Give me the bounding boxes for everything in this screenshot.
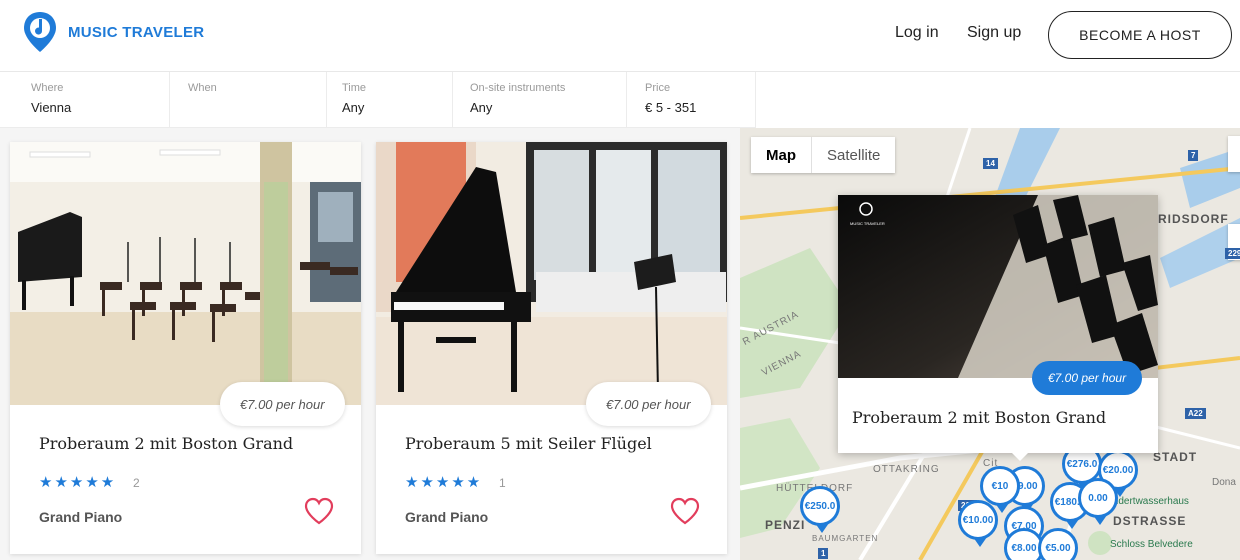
review-count: 2 bbox=[133, 476, 140, 490]
map-view-button[interactable]: Map bbox=[751, 137, 811, 173]
price-badge: €7.00 per hour bbox=[586, 382, 711, 426]
filter-instruments[interactable]: On-site instruments Any bbox=[453, 72, 627, 128]
favorite-heart-icon[interactable] bbox=[304, 497, 334, 525]
popup-pointer bbox=[1012, 453, 1028, 461]
filter-when[interactable]: When bbox=[170, 72, 327, 128]
rating-stars-icon: ★★★★★ bbox=[405, 474, 483, 491]
map-price-pin[interactable]: €10.00 bbox=[958, 500, 998, 547]
filter-label: On-site instruments bbox=[470, 82, 566, 94]
filter-label: Price bbox=[645, 82, 671, 94]
popup-watermark: MUSIC TRAVELER bbox=[850, 221, 885, 226]
map-type-toggle: Map Satellite bbox=[751, 137, 896, 173]
road-sign: 1 bbox=[818, 548, 829, 559]
filter-where[interactable]: Where Vienna bbox=[0, 72, 170, 128]
map-poi-label: Schloss Belvedere bbox=[1110, 539, 1193, 550]
filter-label: Time bbox=[342, 82, 367, 94]
filter-label: When bbox=[188, 82, 217, 94]
listing-card[interactable]: €7.00 per hour Proberaum 2 mit Boston Gr… bbox=[10, 142, 361, 554]
map-district-label: OTTAKRING bbox=[873, 464, 940, 475]
rehearsal-room-photo bbox=[10, 142, 361, 405]
map-district-label: BAUMGARTEN bbox=[812, 534, 879, 543]
road-sign: A22 bbox=[1185, 408, 1206, 419]
road-sign: 229 bbox=[1225, 248, 1240, 259]
filter-time[interactable]: Time Any bbox=[327, 72, 453, 128]
rating-stars-icon: ★★★★★ bbox=[39, 474, 117, 491]
listing-results: €7.00 per hour Proberaum 2 mit Boston Gr… bbox=[0, 128, 740, 560]
map-listing-popup[interactable]: MUSIC TRAVELER €7.00 per hour Proberaum … bbox=[838, 195, 1158, 461]
login-link[interactable]: Log in bbox=[895, 24, 939, 42]
price-badge: €7.00 per hour bbox=[220, 382, 345, 426]
filter-value: Vienna bbox=[31, 100, 72, 115]
map-zoom-control[interactable] bbox=[1228, 136, 1240, 172]
instrument-type: Grand Piano bbox=[405, 509, 489, 525]
review-count: 1 bbox=[499, 476, 506, 490]
listing-card[interactable]: €7.00 per hour Proberaum 5 mit Seiler Fl… bbox=[376, 142, 727, 554]
map-district-label: RIDSDORF bbox=[1158, 212, 1229, 226]
music-pin-logo-icon bbox=[24, 12, 56, 52]
listing-title[interactable]: Proberaum 5 mit Seiler Flügel bbox=[405, 434, 652, 453]
satellite-view-button[interactable]: Satellite bbox=[812, 137, 895, 173]
instrument-type: Grand Piano bbox=[39, 509, 123, 525]
map-price-pin[interactable]: €5.00 bbox=[1038, 528, 1078, 560]
search-filter-bar: Where Vienna When Time Any On-site instr… bbox=[0, 72, 756, 128]
piano-keys-photo: MUSIC TRAVELER bbox=[838, 195, 1158, 378]
map-district-label: PENZI bbox=[765, 518, 806, 532]
road-sign: 14 bbox=[983, 158, 998, 169]
popup-title[interactable]: Proberaum 2 mit Boston Grand bbox=[852, 408, 1106, 427]
map-district-label: DSTRASSE bbox=[1113, 514, 1187, 528]
top-header: MUSIC TRAVELER Log in Sign up BECOME A H… bbox=[0, 0, 1240, 72]
signup-link[interactable]: Sign up bbox=[967, 24, 1021, 42]
become-host-button[interactable]: BECOME A HOST bbox=[1048, 11, 1232, 59]
listing-title[interactable]: Proberaum 2 mit Boston Grand bbox=[39, 434, 293, 453]
filter-price[interactable]: Price € 5 - 351 bbox=[627, 72, 756, 128]
filter-value: € 5 - 351 bbox=[645, 100, 697, 115]
rehearsal-room-photo bbox=[376, 142, 727, 405]
popup-price-badge: €7.00 per hour bbox=[1032, 361, 1143, 395]
map-district-label: STADT bbox=[1153, 450, 1198, 464]
filter-value: Any bbox=[342, 100, 365, 115]
brand-name: MUSIC TRAVELER bbox=[68, 23, 205, 41]
favorite-heart-icon[interactable] bbox=[670, 497, 700, 525]
map-price-pin[interactable]: 0.00 bbox=[1078, 478, 1118, 525]
filter-label: Where bbox=[31, 82, 64, 94]
brand-logo[interactable]: MUSIC TRAVELER bbox=[22, 10, 204, 54]
map-price-pin[interactable]: €250.0 bbox=[800, 486, 840, 533]
map-poi-label: Dona bbox=[1212, 477, 1236, 488]
filter-value: Any bbox=[470, 100, 493, 115]
results-map[interactable]: Map Satellite 14 7 229 223 A22 1 RIDSDOR… bbox=[740, 128, 1240, 560]
road-sign: 7 bbox=[1188, 150, 1199, 161]
map-price-pin[interactable]: €10 bbox=[980, 466, 1020, 513]
